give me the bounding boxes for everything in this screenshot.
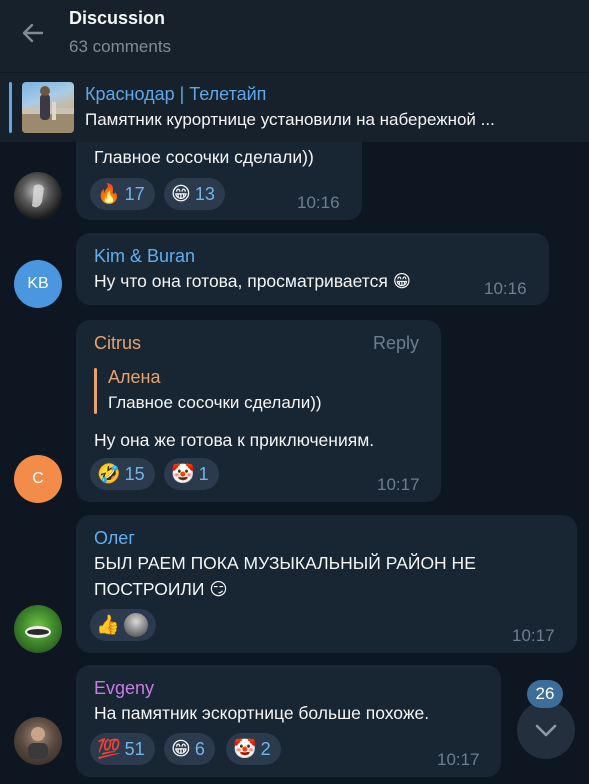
quote-bar [94,368,97,414]
pinned-post[interactable]: Краснодар | Телетайп Памятник курортнице… [0,72,589,142]
message-text: Ну она же готова к приключениям. [94,430,375,450]
header-subtitle: 63 comments [69,37,172,56]
pinned-post-text: Памятник курортнице установили на набере… [85,110,495,129]
reaction-count: 51 [124,738,145,759]
clown-icon: 🤡 [233,738,257,760]
thumbs-up-icon: 👍 [96,614,120,636]
header-title: Discussion [69,8,166,28]
reaction-fire[interactable]: 🔥 17 [90,178,155,210]
reaction-thumbs-up[interactable]: 👍 [90,609,156,641]
author-name[interactable]: Олег [94,528,135,549]
message-time: 10:16 [484,279,527,298]
message-bubble[interactable]: Kim & Buran Ну что она готова, просматри… [76,233,549,305]
chevron-down-icon [535,724,557,737]
unread-count-badge: 26 [527,680,563,708]
author-name[interactable]: Kim & Buran [94,246,195,267]
message-text: БЫЛ РАЕМ ПОКА МУЗЫКАЛЬНЫЙ РАЙОН НЕ [94,553,476,573]
reaction-clown[interactable]: 🤡 1 [164,458,219,490]
message-time: 10:16 [297,193,340,212]
back-arrow-icon[interactable] [20,20,46,46]
message-text: На памятник эскортнице больше похоже. [94,703,430,723]
message-bubble[interactable]: Citrus Reply Алена Главное сосочки сдела… [76,320,441,502]
reaction-grin[interactable]: 😁 6 [164,733,215,765]
comments-feed[interactable]: Главное сосочки сделали)) 🔥 17 😁 13 10:1… [0,142,589,784]
reaction-grin[interactable]: 😁 13 [164,178,225,210]
chat-header: Discussion 63 comments [0,0,589,72]
reactor-avatar [123,613,148,637]
reaction-count: 2 [260,738,271,759]
reaction-count: 17 [124,183,145,204]
reaction-clown[interactable]: 🤡 2 [226,733,281,765]
message-time: 10:17 [377,475,420,494]
pinned-accent-bar [9,82,12,133]
avatar[interactable] [14,717,62,765]
hundred-points-icon: 💯 [97,738,121,760]
fire-icon: 🔥 [97,183,121,205]
reply-button[interactable]: Reply [373,333,419,354]
quote-author[interactable]: Алена [108,367,160,388]
avatar[interactable] [14,605,62,653]
scroll-down-button[interactable] [517,701,575,759]
reaction-count: 15 [124,463,145,484]
reaction-count: 13 [194,183,215,204]
avatar[interactable]: KB [14,260,62,308]
message-bubble[interactable]: Олег БЫЛ РАЕМ ПОКА МУЗЫКАЛЬНЫЙ РАЙОН НЕ … [76,515,577,653]
pinned-thumbnail [22,82,74,133]
avatar[interactable] [14,172,62,220]
reaction-rofl[interactable]: 🤣 15 [90,458,155,490]
message-text: Ну что она готова, просматривается 😁 [94,271,411,291]
quote-text: Главное сосочки сделали)) [108,393,322,412]
message-text: ПОСТРОИЛИ 😏 [94,579,228,599]
author-name[interactable]: Evgeny [94,678,154,699]
avatar[interactable]: C [14,455,62,503]
message-bubble[interactable]: Evgeny На памятник эскортнице больше пох… [76,665,501,777]
clown-icon: 🤡 [171,463,195,485]
reaction-count: 1 [198,463,209,484]
reaction-count: 6 [194,738,205,759]
author-name[interactable]: Citrus [94,333,141,354]
rofl-icon: 🤣 [97,463,121,485]
grin-icon: 😁 [171,183,191,205]
pinned-channel-title: Краснодар | Телетайп [85,84,267,104]
reaction-hundred[interactable]: 💯 51 [90,733,155,765]
message-text: Главное сосочки сделали)) [94,147,314,167]
grin-icon: 😁 [171,738,191,760]
message-time: 10:17 [512,626,555,645]
message-bubble[interactable]: Главное сосочки сделали)) 🔥 17 😁 13 10:1… [76,142,362,220]
message-time: 10:17 [437,750,480,769]
